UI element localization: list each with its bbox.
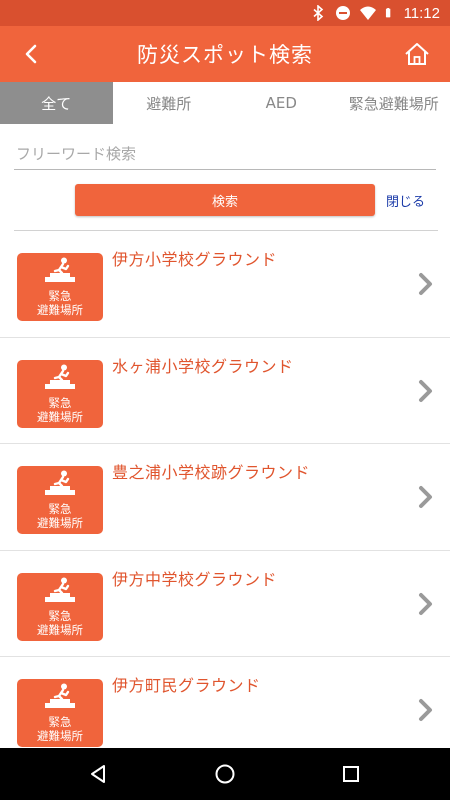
page-title: 防災スポット検索 bbox=[137, 43, 313, 67]
square-recents-icon bbox=[343, 766, 359, 782]
spot-name: 水ヶ浦小学校グラウンド bbox=[112, 356, 294, 376]
search-input[interactable] bbox=[14, 140, 436, 168]
list-item[interactable]: 緊急 避難場所 伊方小学校グラウンド bbox=[0, 231, 450, 338]
tab-aed[interactable]: AED bbox=[225, 82, 338, 124]
badge-label-line2: 避難場所 bbox=[37, 729, 83, 743]
do-not-disturb-icon bbox=[335, 6, 350, 20]
search-button[interactable]: 検索 bbox=[75, 184, 375, 216]
emergency-evacuation-badge: 緊急 避難場所 bbox=[17, 466, 103, 534]
emergency-exit-icon bbox=[45, 577, 75, 602]
circle-home-icon bbox=[215, 764, 235, 784]
status-icons: 11:12 bbox=[310, 4, 440, 22]
spot-list: 緊急 避難場所 伊方小学校グラウンド 緊急 避難場所 水ヶ浦小学校グラウンド 緊急 避難場所豊… bbox=[0, 231, 450, 748]
search-field bbox=[14, 140, 436, 170]
wifi-icon bbox=[359, 6, 376, 20]
home-icon bbox=[405, 43, 429, 65]
badge-label-line2: 避難場所 bbox=[37, 303, 83, 317]
spot-name: 豊之浦小学校跡グラウンド bbox=[112, 463, 311, 482]
badge-label-line2: 避難場所 bbox=[37, 409, 83, 424]
emergency-evacuation-badge: 緊急 避難場所 bbox=[17, 572, 103, 641]
chevron-right-icon bbox=[419, 592, 432, 615]
emergency-exit-icon bbox=[45, 470, 75, 495]
chevron-right-icon bbox=[419, 486, 432, 508]
close-link[interactable]: 閉じる bbox=[386, 191, 425, 210]
badge-label-line1: 緊急 bbox=[48, 608, 72, 623]
emergency-exit-icon bbox=[45, 257, 75, 282]
emergency-evacuation-badge: 緊急 避難場所 bbox=[17, 253, 103, 321]
emergency-exit-icon bbox=[45, 683, 75, 708]
badge-label-line2: 避難場所 bbox=[37, 516, 83, 530]
badge-label-line1: 緊急 bbox=[48, 715, 72, 729]
badge-label: 緊急 避難場所 bbox=[17, 609, 103, 637]
nav-back-button[interactable] bbox=[86, 762, 110, 786]
nav-home-button[interactable] bbox=[213, 762, 237, 786]
chevron-right-icon bbox=[419, 273, 432, 295]
navigation-bar bbox=[0, 748, 450, 800]
chevron-right-icon bbox=[419, 379, 432, 402]
badge-label: 緊急 避難場所 bbox=[17, 715, 103, 743]
category-tabs: 全て 避難所 AED 緊急避難場所 bbox=[0, 82, 450, 124]
status-bar: 11:12 bbox=[0, 0, 450, 26]
badge-label-line1: 緊急 bbox=[48, 395, 72, 410]
spot-name: 伊方町民グラウンド bbox=[112, 676, 261, 695]
badge-label-line1: 緊急 bbox=[48, 289, 72, 303]
emergency-exit-icon bbox=[45, 364, 75, 389]
triangle-back-icon bbox=[91, 765, 105, 783]
list-item[interactable]: 緊急 避難場所 伊方町民グラウンド bbox=[0, 657, 450, 748]
battery-icon bbox=[385, 8, 390, 18]
badge-label: 緊急 避難場所 bbox=[17, 396, 103, 424]
tab-emergency-evacuation-site[interactable]: 緊急避難場所 bbox=[338, 82, 450, 124]
list-item[interactable]: 緊急 避難場所 伊方中学校グラウンド bbox=[0, 551, 450, 657]
tab-shelter[interactable]: 避難所 bbox=[113, 82, 226, 124]
tab-all[interactable]: 全て bbox=[0, 82, 113, 124]
bluetooth-icon bbox=[313, 5, 323, 21]
home-button[interactable] bbox=[400, 38, 434, 70]
app-bar: 防災スポット検索 bbox=[0, 26, 450, 82]
list-item[interactable]: 緊急 避難場所 豊之浦小学校跡グラウンド bbox=[0, 444, 450, 551]
emergency-evacuation-badge: 緊急 避難場所 bbox=[17, 679, 103, 747]
badge-label: 緊急 避難場所 bbox=[17, 502, 103, 530]
status-time: 11:12 bbox=[403, 4, 440, 22]
chevron-right-icon bbox=[419, 699, 432, 721]
spot-name: 伊方中学校グラウンド bbox=[112, 569, 278, 589]
badge-label-line2: 避難場所 bbox=[37, 622, 83, 637]
list-item[interactable]: 緊急 避難場所 水ヶ浦小学校グラウンド bbox=[0, 338, 450, 444]
badge-label: 緊急 避難場所 bbox=[17, 289, 103, 317]
spot-name: 伊方小学校グラウンド bbox=[112, 250, 278, 269]
badge-label-line1: 緊急 bbox=[48, 502, 72, 516]
emergency-evacuation-badge: 緊急 避難場所 bbox=[17, 359, 103, 428]
nav-recents-button[interactable] bbox=[339, 762, 363, 786]
